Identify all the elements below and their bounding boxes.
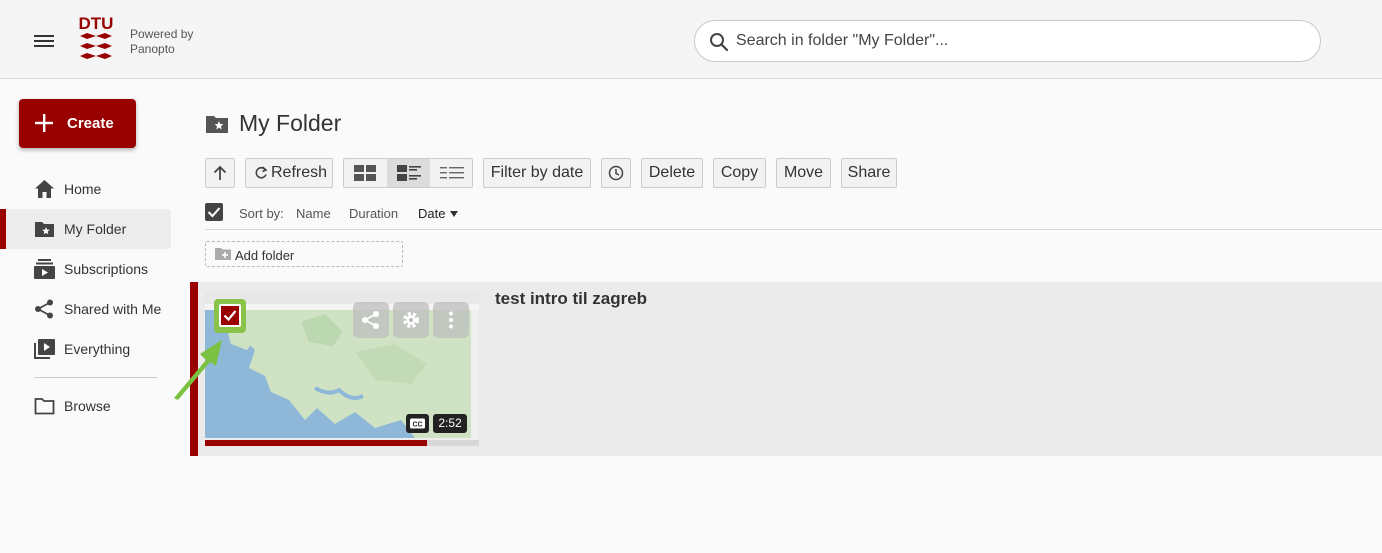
dtu-logo[interactable]: DTU bbox=[78, 14, 114, 68]
session-title[interactable]: test intro til zagreb bbox=[495, 289, 647, 309]
select-all-checkbox[interactable] bbox=[205, 203, 223, 221]
move-button[interactable]: Move bbox=[776, 158, 831, 188]
sidebar-item-everything[interactable]: Everything bbox=[0, 329, 171, 369]
page-title: My Folder bbox=[239, 110, 342, 136]
sort-name[interactable]: Name bbox=[296, 206, 331, 221]
library-play-icon bbox=[34, 339, 55, 359]
sidebar-item-my-folder[interactable]: My Folder bbox=[0, 209, 171, 249]
add-folder-label: Add folder bbox=[235, 248, 295, 263]
hamburger-menu-icon[interactable] bbox=[34, 33, 54, 49]
list-view-icon bbox=[440, 167, 464, 179]
duration-badge: 2:52 bbox=[433, 414, 467, 433]
svg-text:CC: CC bbox=[412, 422, 422, 429]
checkbox-highlight bbox=[214, 299, 246, 333]
progress-fill bbox=[205, 440, 427, 446]
captions-icon: CC bbox=[406, 414, 429, 433]
view-list-button[interactable] bbox=[430, 159, 473, 187]
powered-by-text: Powered by Panopto bbox=[130, 27, 210, 57]
filter-by-date-button[interactable]: Filter by date bbox=[483, 158, 591, 188]
more-vertical-icon bbox=[449, 311, 453, 329]
sidebar-item-label: Everything bbox=[64, 341, 131, 357]
caret-down-icon[interactable] bbox=[450, 211, 458, 217]
up-folder-button[interactable] bbox=[205, 158, 235, 188]
share-icon bbox=[35, 299, 53, 319]
logo-text: DTU bbox=[79, 14, 114, 33]
sort-date[interactable]: Date bbox=[418, 206, 445, 221]
thumbnail-settings-button[interactable] bbox=[393, 302, 429, 338]
check-icon bbox=[223, 310, 237, 322]
view-toggle-group bbox=[343, 158, 473, 188]
clock-icon bbox=[608, 165, 624, 181]
sidebar-item-label: Home bbox=[64, 181, 102, 197]
sidebar-item-label: Subscriptions bbox=[64, 261, 149, 277]
home-icon bbox=[35, 180, 54, 198]
history-button[interactable] bbox=[601, 158, 631, 188]
sidebar-item-browse[interactable]: Browse bbox=[0, 386, 171, 426]
sidebar-divider bbox=[34, 377, 157, 378]
sidebar-item-subscriptions[interactable]: Subscriptions bbox=[0, 249, 171, 289]
create-button[interactable]: Create bbox=[19, 99, 136, 148]
create-label: Create bbox=[67, 115, 114, 132]
powered-line-2: Panopto bbox=[130, 42, 175, 56]
header: DTU Powered by Panopto bbox=[0, 0, 1382, 79]
search-box[interactable] bbox=[694, 20, 1321, 62]
search-input[interactable] bbox=[736, 30, 1296, 52]
sidebar-item-home[interactable]: Home bbox=[0, 169, 171, 209]
share-button[interactable]: Share bbox=[841, 158, 897, 188]
sort-duration[interactable]: Duration bbox=[349, 206, 398, 221]
detail-view-icon bbox=[397, 165, 421, 181]
folder-star-icon bbox=[206, 116, 228, 133]
copy-button[interactable]: Copy bbox=[713, 158, 766, 188]
grid-view-icon bbox=[354, 165, 376, 181]
search-icon bbox=[710, 33, 729, 52]
sidebar-item-shared-with-me[interactable]: Shared with Me bbox=[0, 289, 171, 329]
sort-by-label: Sort by: bbox=[239, 206, 284, 221]
folder-plus-icon bbox=[215, 248, 231, 260]
session-select-checkbox[interactable] bbox=[219, 304, 241, 327]
delete-button[interactable]: Delete bbox=[641, 158, 703, 188]
view-detail-button[interactable] bbox=[387, 159, 430, 187]
sort-divider bbox=[205, 229, 1382, 230]
sidebar-item-label: Browse bbox=[64, 398, 111, 414]
subscriptions-icon bbox=[34, 259, 55, 279]
powered-line-1: Powered by bbox=[130, 27, 194, 41]
share-icon bbox=[362, 311, 379, 329]
folder-outline-icon bbox=[34, 398, 55, 415]
thumbnail-more-button[interactable] bbox=[433, 302, 469, 338]
arrow-up-icon bbox=[213, 165, 227, 180]
add-folder-button[interactable]: Add folder bbox=[205, 241, 403, 267]
thumbnail-share-button[interactable] bbox=[353, 302, 389, 338]
refresh-icon bbox=[255, 166, 268, 179]
gear-icon bbox=[403, 312, 419, 328]
view-grid-button[interactable] bbox=[344, 159, 387, 187]
sidebar-item-label: Shared with Me bbox=[64, 301, 162, 317]
annotation-arrow bbox=[174, 340, 222, 400]
folder-star-icon bbox=[35, 222, 54, 237]
check-icon bbox=[207, 207, 221, 218]
plus-icon bbox=[35, 114, 53, 132]
refresh-label: Refresh bbox=[270, 164, 328, 181]
sidebar-item-label: My Folder bbox=[64, 221, 127, 237]
refresh-button[interactable]: Refresh bbox=[245, 158, 333, 188]
